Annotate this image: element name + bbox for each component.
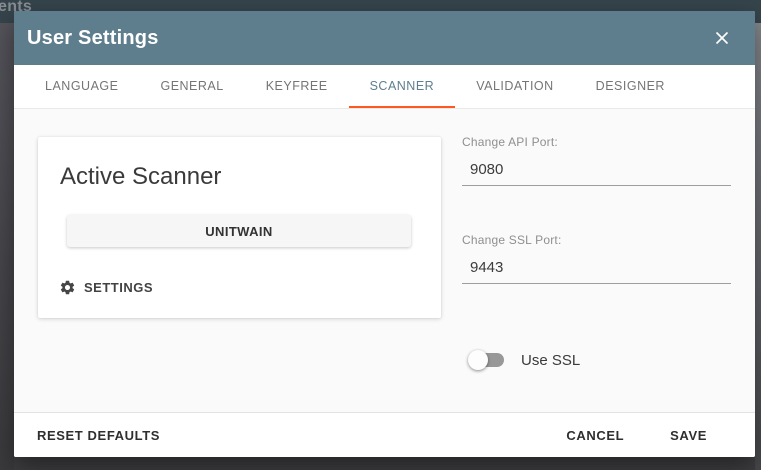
ssl-port-field-group: Change SSL Port: (462, 233, 731, 284)
dialog-header: User Settings (14, 11, 755, 65)
ssl-port-input[interactable] (462, 253, 731, 284)
scanner-settings-button[interactable]: SETTINGS (59, 279, 153, 296)
dialog-title: User Settings (27, 27, 159, 50)
scanner-select-button[interactable]: UNITWAIN (67, 215, 411, 247)
ssl-port-label: Change SSL Port: (462, 233, 731, 247)
api-port-field-group: Change API Port: (462, 135, 731, 186)
tab-keyfree[interactable]: KEYFREE (245, 65, 349, 108)
toggle-thumb (468, 350, 488, 370)
active-scanner-card: Active Scanner UNITWAIN SETTINGS (38, 137, 441, 318)
dialog-footer: RESET DEFAULTS CANCEL SAVE (14, 412, 755, 457)
tab-validation[interactable]: VALIDATION (455, 65, 574, 108)
scanner-tab-panel: Active Scanner UNITWAIN SETTINGS Change … (14, 109, 755, 412)
save-button[interactable]: SAVE (662, 420, 715, 451)
tab-general[interactable]: GENERAL (139, 65, 244, 108)
close-icon (714, 30, 730, 46)
use-ssl-label: Use SSL (521, 352, 580, 369)
tab-language[interactable]: LANGUAGE (24, 65, 139, 108)
tab-designer[interactable]: DESIGNER (575, 65, 686, 108)
cancel-button[interactable]: CANCEL (558, 420, 632, 451)
settings-tabbar: LANGUAGE GENERAL KEYFREE SCANNER VALIDAT… (14, 65, 755, 109)
close-button[interactable] (707, 23, 737, 53)
use-ssl-toggle[interactable] (468, 350, 504, 370)
user-settings-dialog: User Settings LANGUAGE GENERAL KEYFREE S… (14, 11, 755, 457)
tab-scanner[interactable]: SCANNER (349, 65, 456, 108)
port-settings-column: Change API Port: Change SSL Port: Use SS… (462, 135, 731, 370)
api-port-input[interactable] (462, 155, 731, 186)
backdrop-right (755, 23, 761, 470)
reset-defaults-button[interactable]: RESET DEFAULTS (29, 420, 168, 451)
gear-icon (59, 279, 76, 296)
scanner-settings-label: SETTINGS (84, 280, 153, 295)
use-ssl-row: Use SSL (462, 350, 731, 370)
active-scanner-heading: Active Scanner (60, 163, 221, 191)
backdrop-left (0, 23, 14, 470)
api-port-label: Change API Port: (462, 135, 731, 149)
